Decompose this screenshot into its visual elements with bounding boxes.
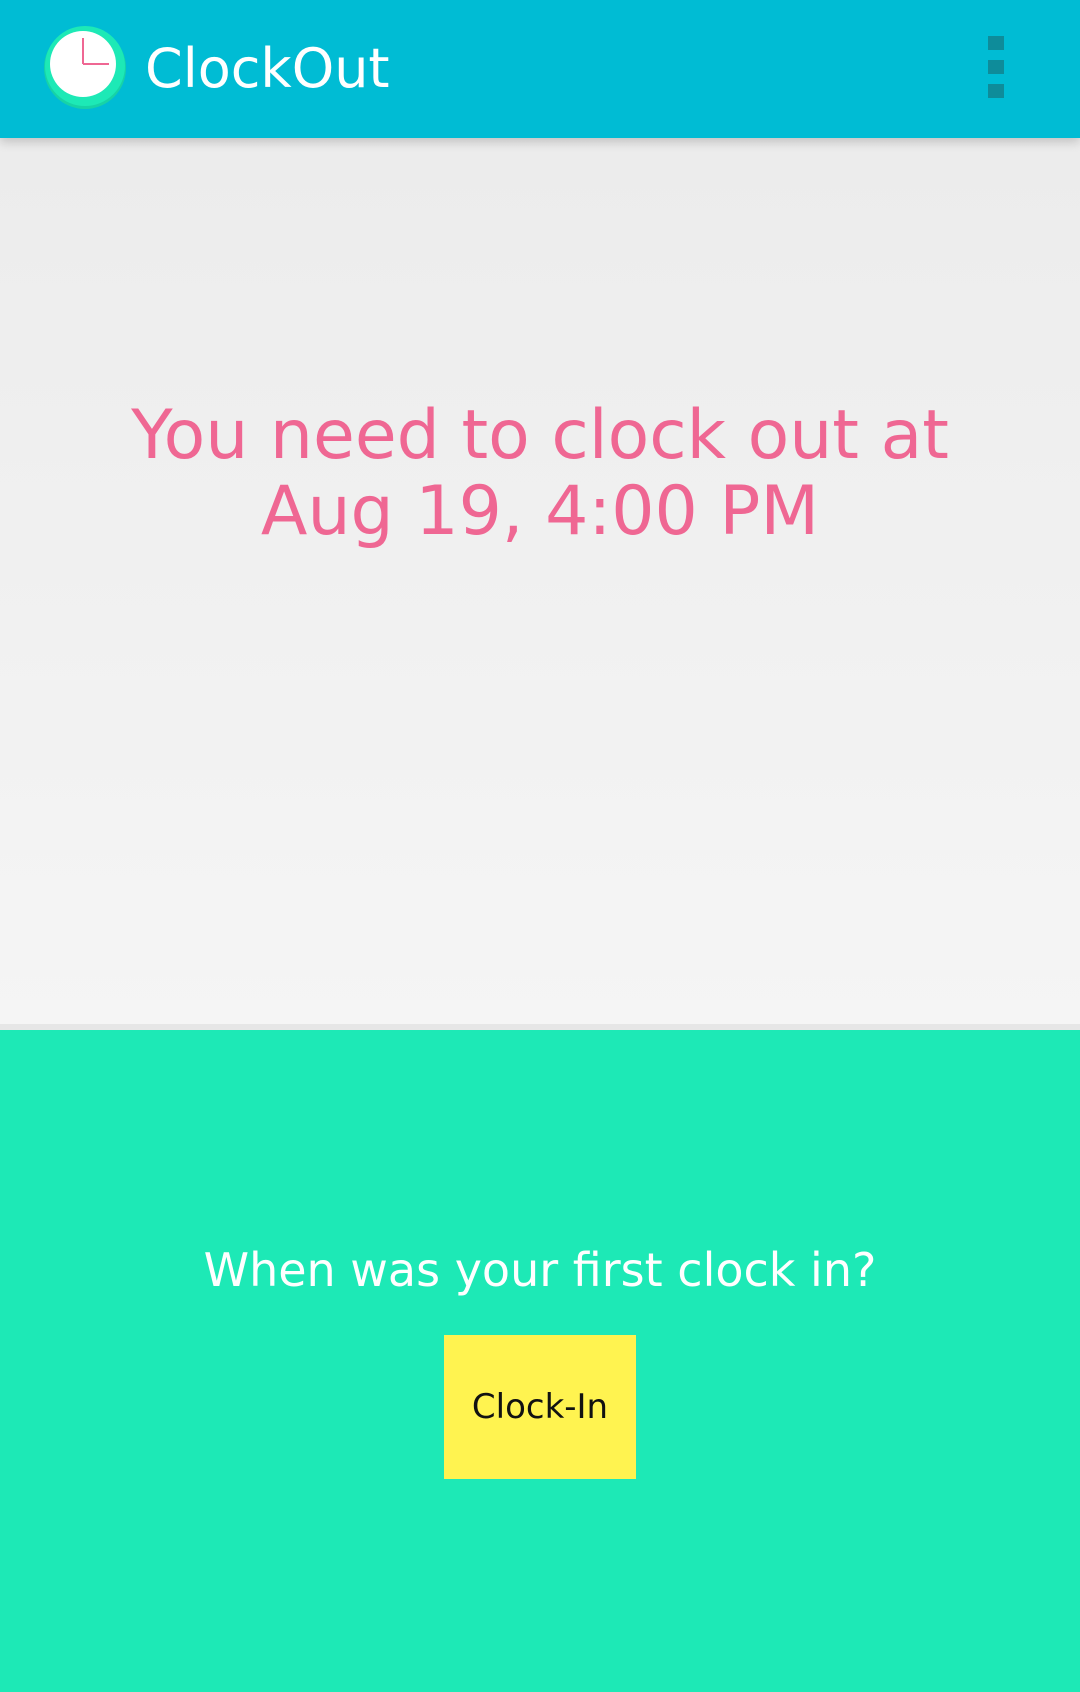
app-title: ClockOut	[145, 37, 390, 100]
first-clock-in-question: When was your first clock in?	[203, 1243, 877, 1297]
clock-out-time: Aug 19, 4:00 PM	[260, 472, 820, 551]
overflow-menu-icon[interactable]	[968, 26, 1024, 108]
action-bar: ClockOut	[0, 0, 1080, 138]
app-screen: ClockOut You need to clock out at Aug 19…	[0, 0, 1080, 1692]
clock-out-panel	[0, 138, 1080, 1024]
clock-out-message-line1: You need to clock out at	[131, 396, 949, 475]
clock-out-message: You need to clock out at Aug 19, 4:00 PM	[0, 398, 1080, 550]
clock-in-button[interactable]: Clock-In	[444, 1335, 636, 1479]
clock-icon	[44, 26, 126, 109]
